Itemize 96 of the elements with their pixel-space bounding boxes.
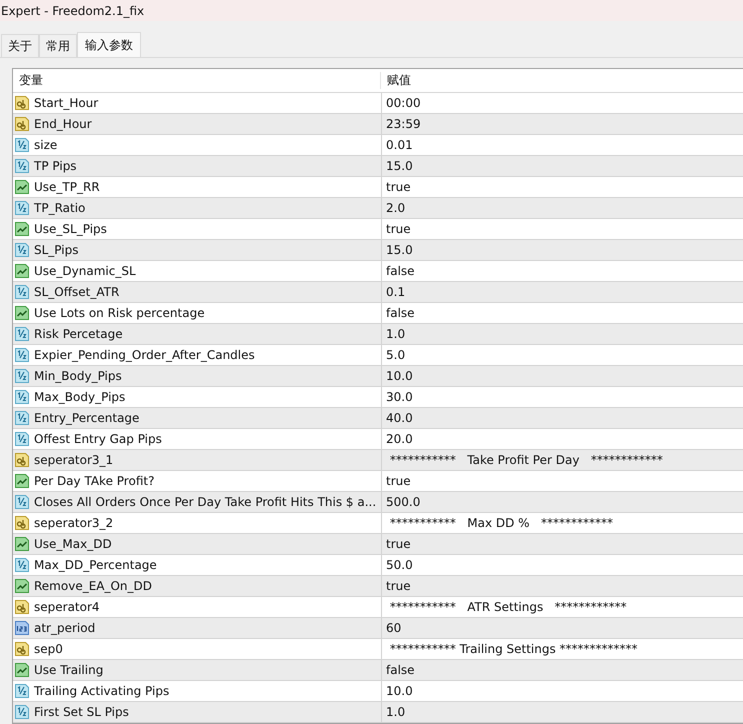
- text-type-icon: [14, 515, 30, 531]
- number-type-icon: [14, 494, 30, 510]
- parameter-value[interactable]: 20.0: [386, 432, 413, 446]
- parameter-name: Use_SL_Pips: [34, 222, 107, 236]
- parameter-value[interactable]: false: [386, 264, 415, 278]
- parameter-value[interactable]: true: [386, 474, 411, 488]
- number-type-icon: [14, 347, 30, 363]
- parameter-name: Max_Body_Pips: [34, 390, 126, 404]
- number-type-icon: [14, 158, 30, 174]
- parameter-name: End_Hour: [34, 117, 92, 131]
- parameter-name: Entry_Percentage: [34, 411, 140, 425]
- parameter-value[interactable]: 15.0: [386, 243, 413, 257]
- tab[interactable]: 常用: [39, 34, 77, 57]
- parameter-value[interactable]: 500.0: [386, 495, 420, 509]
- parameter-name: SL_Offset_ATR: [34, 285, 120, 299]
- column-header[interactable]: 变量: [13, 72, 381, 89]
- parameter-value[interactable]: 1.0: [386, 705, 406, 719]
- number-type-icon: [14, 389, 30, 405]
- parameter-value[interactable]: 10.0: [386, 369, 413, 383]
- chart-line-icon: [14, 263, 30, 279]
- parameter-value[interactable]: 40.0: [386, 411, 413, 425]
- parameter-name: atr_period: [34, 621, 96, 635]
- parameter-value[interactable]: *********** Max DD % ************: [386, 516, 614, 530]
- number-type-icon: [14, 326, 30, 342]
- text-type-icon: [14, 95, 30, 111]
- parameter-value[interactable]: 00:00: [386, 96, 421, 110]
- parameter-name: Use_TP_RR: [34, 180, 100, 194]
- chart-line-icon: [14, 662, 30, 678]
- parameter-value[interactable]: 50.0: [386, 558, 413, 572]
- parameter-value[interactable]: 10.0: [386, 684, 413, 698]
- parameter-name: seperator3_2: [34, 516, 114, 530]
- text-type-icon: [14, 599, 30, 615]
- number-type-icon: [14, 557, 30, 573]
- parameter-value[interactable]: 0.1: [386, 285, 406, 299]
- parameter-value[interactable]: 0.01: [386, 138, 413, 152]
- parameter-name: sep0: [34, 642, 63, 656]
- parameter-value[interactable]: 30.0: [386, 390, 413, 404]
- parameter-value[interactable]: 1.0: [386, 327, 406, 341]
- tab[interactable]: 关于: [1, 34, 39, 57]
- parameter-value[interactable]: 23:59: [386, 117, 421, 131]
- number-type-icon: [14, 284, 30, 300]
- parameter-value[interactable]: 60: [386, 621, 402, 635]
- tab[interactable]: 输入参数: [77, 32, 141, 57]
- chart-line-icon: [14, 536, 30, 552]
- parameter-value[interactable]: *********** Take Profit Per Day ************: [386, 453, 663, 467]
- parameter-value[interactable]: 5.0: [386, 348, 406, 362]
- number-type-icon: [14, 431, 30, 447]
- parameter-name: First Set SL Pips: [34, 705, 129, 719]
- parameter-name: Risk Percetage: [34, 327, 123, 341]
- parameter-value[interactable]: true: [386, 222, 411, 236]
- parameter-name: Per Day TAke Profit?: [34, 474, 154, 488]
- parameter-value[interactable]: true: [386, 579, 411, 593]
- parameter-name: size: [34, 138, 58, 152]
- integer-type-icon: [14, 620, 30, 636]
- parameter-name: Expier_Pending_Order_After_Candles: [34, 348, 255, 362]
- column-header[interactable]: 赋值: [381, 72, 411, 89]
- parameter-value[interactable]: true: [386, 537, 411, 551]
- parameter-value[interactable]: *********** ATR Settings ************: [386, 600, 627, 614]
- parameter-name: Use Lots on Risk percentage: [34, 306, 205, 320]
- parameter-name: Start_Hour: [34, 96, 98, 110]
- parameter-value[interactable]: *********** Trailing Settings *************: [386, 642, 638, 656]
- text-type-icon: [14, 641, 30, 657]
- number-type-icon: [14, 200, 30, 216]
- text-type-icon: [14, 116, 30, 132]
- parameter-value[interactable]: true: [386, 180, 411, 194]
- parameter-name: Remove_EA_On_DD: [34, 579, 152, 593]
- parameter-value[interactable]: 15.0: [386, 159, 413, 173]
- window-title: Expert - Freedom2.1_fix: [1, 4, 144, 18]
- parameter-name: Min_Body_Pips: [34, 369, 122, 383]
- parameter-name: Offest Entry Gap Pips: [34, 432, 162, 446]
- chart-line-icon: [14, 221, 30, 237]
- number-type-icon: [14, 368, 30, 384]
- parameter-value[interactable]: false: [386, 306, 415, 320]
- text-type-icon: [14, 452, 30, 468]
- chart-line-icon: [14, 179, 30, 195]
- parameter-name: SL_Pips: [34, 243, 78, 257]
- parameter-name: Use_Max_DD: [34, 537, 112, 551]
- chart-line-icon: [14, 473, 30, 489]
- parameter-name: seperator4: [34, 600, 100, 614]
- parameter-value[interactable]: false: [386, 663, 415, 677]
- chart-line-icon: [14, 305, 30, 321]
- chart-line-icon: [14, 578, 30, 594]
- parameter-name: TP_Ratio: [34, 201, 86, 215]
- number-type-icon: [14, 704, 30, 720]
- number-type-icon: [14, 137, 30, 153]
- parameter-name: Trailing Activating Pips: [34, 684, 170, 698]
- number-type-icon: [14, 683, 30, 699]
- parameter-name: Max_DD_Percentage: [34, 558, 157, 572]
- parameter-name: Closes All Orders Once Per Day Take Profit Hits This $ a...: [34, 495, 376, 509]
- parameter-name: seperator3_1: [34, 453, 114, 467]
- parameter-name: Use_Dynamic_SL: [34, 264, 136, 278]
- parameter-value[interactable]: 2.0: [386, 201, 406, 215]
- number-type-icon: [14, 242, 30, 258]
- parameter-name: TP Pips: [34, 159, 77, 173]
- number-type-icon: [14, 410, 30, 426]
- parameter-name: Use Trailing: [34, 663, 104, 677]
